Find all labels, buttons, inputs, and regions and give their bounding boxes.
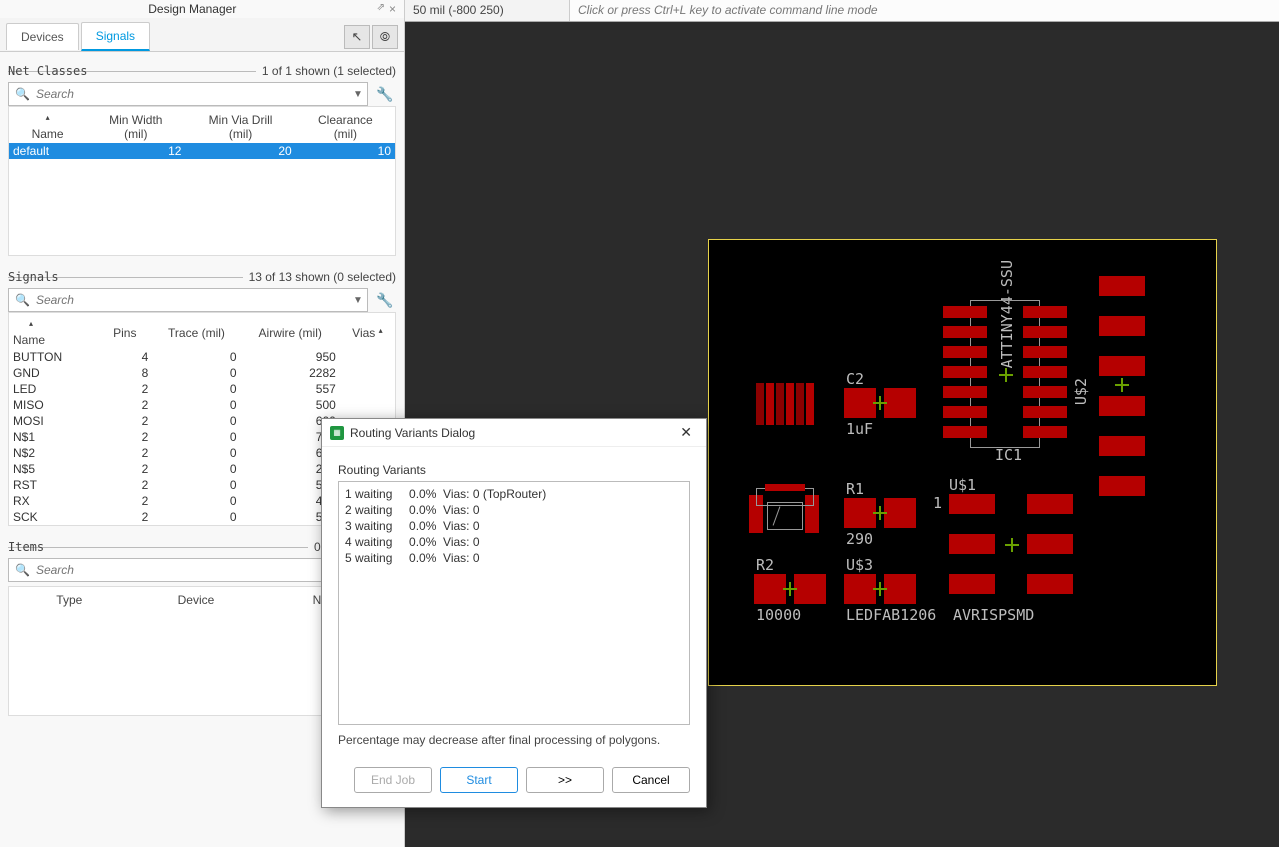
netclasses-search[interactable]: 🔍 ▼: [8, 82, 368, 106]
panel-titlebar: Design Manager ⇗ ×: [0, 0, 404, 18]
settings-icon[interactable]: 🔧: [374, 292, 396, 309]
label-u3: U$3: [846, 556, 873, 574]
dropdown-icon[interactable]: ▼: [349, 295, 367, 306]
label-r2: R2: [756, 556, 774, 574]
netclasses-meta: 1 of 1 shown (1 selected): [262, 64, 396, 78]
cancel-button[interactable]: Cancel: [612, 767, 690, 793]
zoom-fit-icon[interactable]: ⦾: [372, 25, 398, 49]
pin-icon[interactable]: ⇗: [377, 2, 385, 16]
label-r1-val: 290: [846, 530, 873, 548]
label-u3-val: LEDFAB1206: [846, 606, 936, 624]
search-icon: 🔍: [9, 87, 36, 101]
routing-variants-list[interactable]: 1 waiting 0.0% Vias: 0 (TopRouter)2 wait…: [338, 481, 690, 725]
label-c2: C2: [846, 370, 864, 388]
tabs-row: Devices Signals ↖ ⦾: [0, 18, 404, 52]
variant-row[interactable]: 2 waiting 0.0% Vias: 0: [345, 502, 683, 518]
signals-label: Signals: [8, 270, 59, 284]
routing-variants-label: Routing Variants: [338, 463, 690, 477]
label-avrisp: AVRISPSMD: [953, 606, 1034, 624]
variant-row[interactable]: 3 waiting 0.0% Vias: 0: [345, 518, 683, 534]
netclasses-label: Net Classes: [8, 64, 87, 78]
label-u1: U$1: [949, 476, 976, 494]
items-label: Items: [8, 540, 44, 554]
start-button[interactable]: Start: [440, 767, 518, 793]
signals-search-input[interactable]: [36, 289, 349, 311]
search-icon: 🔍: [9, 563, 36, 577]
label-r2-val: 10000: [756, 606, 801, 624]
dropdown-icon[interactable]: ▼: [349, 89, 367, 100]
signals-header-row: ▴Name Pins Trace (mil) Airwire (mil) Via…: [9, 317, 395, 349]
panel-title: Design Manager: [8, 2, 377, 16]
coordinates: 50 mil (-800 250): [405, 0, 570, 21]
dialog-app-icon: ▦: [330, 426, 344, 440]
label-u2: U$2: [1072, 378, 1090, 405]
table-row[interactable]: MISO20500: [9, 397, 395, 413]
command-line[interactable]: Click or press Ctrl+L key to activate co…: [570, 0, 1279, 21]
end-job-button[interactable]: End Job: [354, 767, 432, 793]
signals-search[interactable]: 🔍 ▼: [8, 288, 368, 312]
variant-row[interactable]: 4 waiting 0.0% Vias: 0: [345, 534, 683, 550]
select-tool-icon[interactable]: ↖: [344, 25, 370, 49]
variant-row[interactable]: 1 waiting 0.0% Vias: 0 (TopRouter): [345, 486, 683, 502]
tab-signals[interactable]: Signals: [81, 22, 150, 51]
label-r1: R1: [846, 480, 864, 498]
table-row[interactable]: GND802282: [9, 365, 395, 381]
table-row[interactable]: BUTTON40950: [9, 349, 395, 365]
label-one: 1: [933, 494, 942, 512]
routing-variants-dialog: ▦ Routing Variants Dialog ✕ Routing Vari…: [321, 418, 707, 808]
table-row[interactable]: default122010: [9, 143, 395, 159]
dialog-titlebar[interactable]: ▦ Routing Variants Dialog ✕: [322, 419, 706, 447]
tab-devices[interactable]: Devices: [6, 23, 79, 50]
table-row[interactable]: LED20557: [9, 381, 395, 397]
dialog-note: Percentage may decrease after final proc…: [338, 725, 690, 751]
netclasses-header-row: ▴Name Min Width (mil) Min Via Drill (mil…: [9, 111, 395, 143]
board-outline: C2 1uF R1 290 R2 10000 U$3: [708, 239, 1217, 686]
dialog-title: Routing Variants Dialog: [350, 426, 674, 440]
signals-meta: 13 of 13 shown (0 selected): [249, 270, 396, 284]
topbar: 50 mil (-800 250) Click or press Ctrl+L …: [405, 0, 1279, 22]
dialog-close-icon[interactable]: ✕: [674, 422, 698, 443]
variant-row[interactable]: 5 waiting 0.0% Vias: 0: [345, 550, 683, 566]
label-c2-val: 1uF: [846, 420, 873, 438]
close-icon[interactable]: ×: [389, 2, 396, 16]
search-icon: 🔍: [9, 293, 36, 307]
settings-icon[interactable]: 🔧: [374, 86, 396, 103]
next-button[interactable]: >>: [526, 767, 604, 793]
label-ic1: IC1: [995, 446, 1022, 464]
netclasses-search-input[interactable]: [36, 83, 349, 105]
